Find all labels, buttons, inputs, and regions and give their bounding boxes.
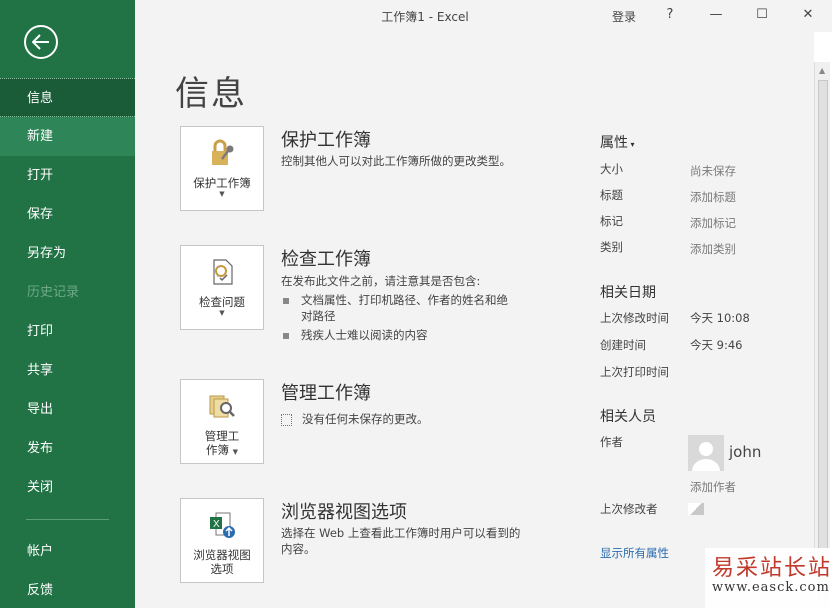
- bullet-square-icon: [283, 332, 289, 339]
- inspect-title: 检查工作簿: [281, 249, 371, 270]
- watermark-text: 易采站长站: [712, 556, 832, 581]
- manage-versions-icon: [209, 395, 235, 418]
- prop-value-tags[interactable]: 添加标记: [690, 215, 736, 231]
- arrow-left-icon: [32, 34, 49, 50]
- related-people-header: 相关人员: [600, 409, 656, 425]
- inspect-document-icon: [213, 259, 233, 285]
- manage-title: 管理工作簿: [281, 383, 371, 404]
- nav-item-account[interactable]: 帐户: [0, 532, 135, 571]
- nav-item-info[interactable]: 信息: [0, 78, 135, 117]
- browser-view-label-2: 选项: [210, 562, 234, 576]
- check-issues-label: 检查问题: [199, 295, 245, 309]
- sign-in-link[interactable]: 登录: [612, 8, 636, 25]
- manage-workbook-label-1: 管理工: [204, 429, 240, 443]
- back-button[interactable]: [24, 25, 58, 59]
- nav-item-share[interactable]: 共享: [0, 351, 135, 390]
- related-dates-header: 相关日期: [600, 285, 656, 301]
- prop-value-title[interactable]: 添加标题: [690, 189, 736, 205]
- date-label-created: 创建时间: [600, 338, 646, 352]
- avatar: [688, 435, 724, 471]
- prop-label-title: 标题: [600, 188, 623, 202]
- protect-workbook-button[interactable]: 保护工作簿 ▼: [180, 126, 264, 211]
- dropdown-caret-icon: ▼: [219, 190, 225, 198]
- nav-item-save-as[interactable]: 另存为: [0, 234, 135, 273]
- svg-text:X: X: [213, 519, 220, 530]
- bullet-square-icon: [283, 297, 289, 304]
- prop-label-tags: 标记: [600, 214, 623, 228]
- manage-desc-row: 没有任何未保存的更改。: [281, 411, 531, 427]
- browser-view-options-button[interactable]: X 浏览器视图 选项: [180, 498, 264, 583]
- author-label: 作者: [600, 435, 623, 449]
- dropdown-caret-icon: ▼: [219, 309, 225, 317]
- scroll-up-arrow-icon[interactable]: ▲: [819, 66, 825, 75]
- add-author-link[interactable]: 添加作者: [690, 479, 736, 495]
- info-pane: 信息 保护工作簿 ▼ 保护工作簿 控制其他人可以对此工作簿所做的更改类型。 检查…: [135, 32, 814, 608]
- check-issues-button[interactable]: 检查问题 ▼: [180, 245, 264, 330]
- manage-workbook-button[interactable]: 管理工 作簿 ▼: [180, 379, 264, 464]
- inspect-bullet: 文档属性、打印机路径、作者的姓名和绝对路径: [283, 292, 523, 324]
- protect-workbook-label: 保护工作簿: [193, 176, 251, 190]
- properties-dropdown[interactable]: 属性 ▾: [600, 132, 635, 152]
- nav-item-open[interactable]: 打开: [0, 156, 135, 195]
- browser-view-label-1: 浏览器视图: [193, 548, 251, 562]
- inspect-desc: 在发布此文件之前，请注意其是否包含:: [281, 274, 481, 288]
- nav-item-publish[interactable]: 发布: [0, 429, 135, 468]
- title-bar: 工作簿1 - Excel 登录 ? — ☐ ✕: [135, 0, 832, 32]
- watermark-url: www.easck.com: [712, 580, 830, 595]
- document-icon: [281, 413, 292, 426]
- date-value-modified: 今天 10:08: [690, 311, 750, 325]
- nav-item-print[interactable]: 打印: [0, 312, 135, 351]
- nav-divider: [26, 519, 109, 520]
- author-name[interactable]: john: [729, 443, 761, 461]
- close-window-button[interactable]: ✕: [794, 4, 822, 26]
- nav-item-new[interactable]: 新建: [0, 117, 135, 156]
- backstage-sidebar: 信息 新建 打开 保存 另存为 历史记录 打印 共享 导出 发布 关闭 帐户 反…: [0, 0, 135, 608]
- excel-web-icon: X: [210, 512, 235, 538]
- protect-title: 保护工作簿: [281, 130, 371, 151]
- date-value-created: 今天 9:46: [690, 338, 743, 352]
- show-all-properties-link[interactable]: 显示所有属性: [600, 545, 669, 561]
- person-icon: [692, 442, 720, 471]
- nav-item-save[interactable]: 保存: [0, 195, 135, 234]
- backstage-nav: 信息 新建 打开 保存 另存为 历史记录 打印 共享 导出 发布 关闭 帐户 反…: [0, 78, 135, 608]
- date-label-modified: 上次修改时间: [600, 311, 669, 325]
- browser-title: 浏览器视图选项: [281, 502, 407, 523]
- inspect-bullet: 残疾人士难以阅读的内容: [283, 327, 523, 343]
- vertical-scrollbar[interactable]: ▲: [814, 62, 830, 608]
- manage-workbook-label-2: 作簿 ▼: [205, 443, 239, 457]
- prop-value-size: 尚未保存: [690, 164, 736, 178]
- protect-desc: 控制其他人可以对此工作簿所做的更改类型。: [281, 154, 511, 168]
- prop-label-size: 大小: [600, 162, 623, 176]
- lock-key-icon: [212, 139, 234, 165]
- prop-value-category[interactable]: 添加类别: [690, 241, 736, 257]
- maximize-button[interactable]: ☐: [748, 4, 776, 26]
- browser-desc: 选择在 Web 上查看此工作簿时用户可以看到的内容。: [281, 526, 521, 556]
- help-button[interactable]: ?: [656, 4, 684, 26]
- prop-label-category: 类别: [600, 240, 623, 254]
- nav-item-close[interactable]: 关闭: [0, 468, 135, 507]
- nav-item-history: 历史记录: [27, 285, 80, 300]
- chevron-down-icon: ▾: [628, 140, 635, 149]
- minimize-button[interactable]: —: [702, 4, 730, 26]
- date-label-printed: 上次打印时间: [600, 365, 669, 379]
- scroll-thumb[interactable]: [818, 80, 828, 600]
- nav-item-export[interactable]: 导出: [0, 390, 135, 429]
- page-title: 信息: [175, 74, 247, 114]
- modifier-avatar: [688, 503, 704, 515]
- nav-item-feedback[interactable]: 反馈: [0, 571, 135, 608]
- last-modified-by-label: 上次修改者: [600, 502, 658, 516]
